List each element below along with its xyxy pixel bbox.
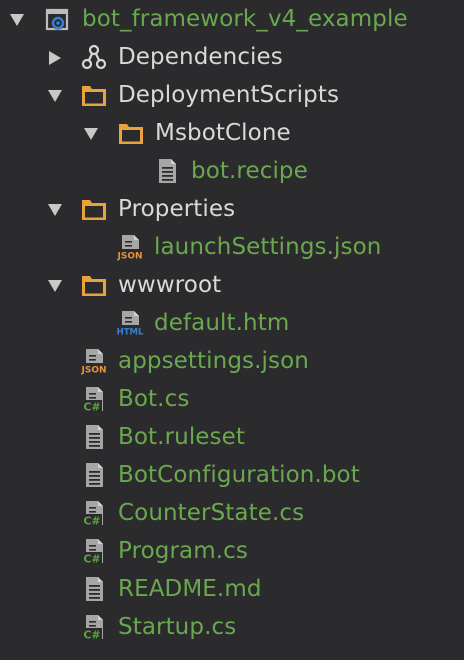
tree-item-project[interactable]: bot_framework_v4_example [0, 0, 464, 38]
tree-item-label: MsbotClone [155, 120, 291, 146]
tree-item-bot-configuration[interactable]: BotConfiguration.bot [0, 456, 464, 494]
tree-item-properties[interactable]: Properties [0, 190, 464, 228]
json-file-icon: JSON [80, 347, 108, 375]
html-badge: HTML [117, 328, 144, 338]
json-badge: JSON [116, 252, 142, 262]
tree-item-label: bot.recipe [191, 158, 308, 184]
tree-item-label: BotConfiguration.bot [118, 462, 360, 488]
solution-explorer-tree: bot_framework_v4_example Dependencies De… [0, 0, 464, 660]
chevron-down-icon[interactable] [47, 88, 63, 104]
tree-item-label: Program.cs [118, 538, 248, 564]
tree-item-bot-cs[interactable]: C# Bot.cs [0, 380, 464, 418]
text-file-icon [80, 423, 108, 451]
tree-item-dependencies[interactable]: Dependencies [0, 38, 464, 76]
chevron-down-icon[interactable] [83, 126, 99, 142]
tree-item-label: Dependencies [118, 44, 283, 70]
tree-item-label: Bot.ruleset [118, 424, 246, 450]
tree-item-label: Bot.cs [118, 386, 190, 412]
chevron-down-icon[interactable] [9, 12, 25, 28]
csharp-file-icon: C# [82, 537, 108, 566]
text-file-icon [153, 157, 181, 185]
csharp-file-icon: C# [82, 499, 108, 528]
tree-item-label: CounterState.cs [118, 500, 305, 526]
csharp-badge: C# [83, 629, 100, 642]
tree-item-readme[interactable]: README.md [0, 570, 464, 608]
csharp-badge: C# [83, 401, 100, 414]
csharp-file-icon: C# [82, 613, 108, 642]
tree-item-startup-cs[interactable]: C# Startup.cs [0, 608, 464, 646]
tree-item-label: appsettings.json [118, 348, 309, 374]
tree-item-label: DeploymentScripts [118, 82, 340, 108]
json-badge: JSON [80, 366, 106, 376]
tree-item-program-cs[interactable]: C# Program.cs [0, 532, 464, 570]
tree-item-label: launchSettings.json [154, 234, 382, 260]
chevron-down-icon[interactable] [47, 202, 63, 218]
tree-item-deployment-scripts[interactable]: DeploymentScripts [0, 76, 464, 114]
tree-item-label: bot_framework_v4_example [82, 6, 408, 32]
chevron-right-icon[interactable] [47, 50, 63, 66]
text-file-icon [80, 575, 108, 603]
tree-item-label: default.htm [154, 310, 290, 336]
html-file-icon: HTML [116, 309, 144, 337]
tree-item-wwwroot[interactable]: wwwroot [0, 266, 464, 304]
text-file-icon [80, 461, 108, 489]
tree-item-label: wwwroot [118, 272, 222, 298]
tree-item-label: Properties [118, 196, 236, 222]
tree-item-label: Startup.cs [118, 614, 237, 640]
tree-item-default-htm[interactable]: HTML default.htm [0, 304, 464, 342]
folder-icon [80, 81, 108, 109]
tree-item-bot-recipe[interactable]: bot.recipe [0, 152, 464, 190]
tree-item-launch-settings[interactable]: JSON launchSettings.json [0, 228, 464, 266]
csharp-badge: C# [83, 515, 100, 528]
dependencies-icon [81, 44, 107, 70]
tree-item-msbot-clone[interactable]: MsbotClone [0, 114, 464, 152]
csharp-file-icon: C# [82, 385, 108, 414]
tree-item-label: README.md [118, 576, 262, 602]
csharp-badge: C# [83, 553, 100, 566]
tree-item-appsettings[interactable]: JSON appsettings.json [0, 342, 464, 380]
json-file-icon: JSON [116, 233, 144, 261]
tree-item-counter-state[interactable]: C# CounterState.cs [0, 494, 464, 532]
folder-icon [117, 119, 145, 147]
project-icon [45, 8, 69, 31]
chevron-down-icon[interactable] [47, 278, 63, 294]
folder-icon [80, 195, 108, 223]
tree-item-bot-ruleset[interactable]: Bot.ruleset [0, 418, 464, 456]
folder-icon [80, 271, 108, 299]
